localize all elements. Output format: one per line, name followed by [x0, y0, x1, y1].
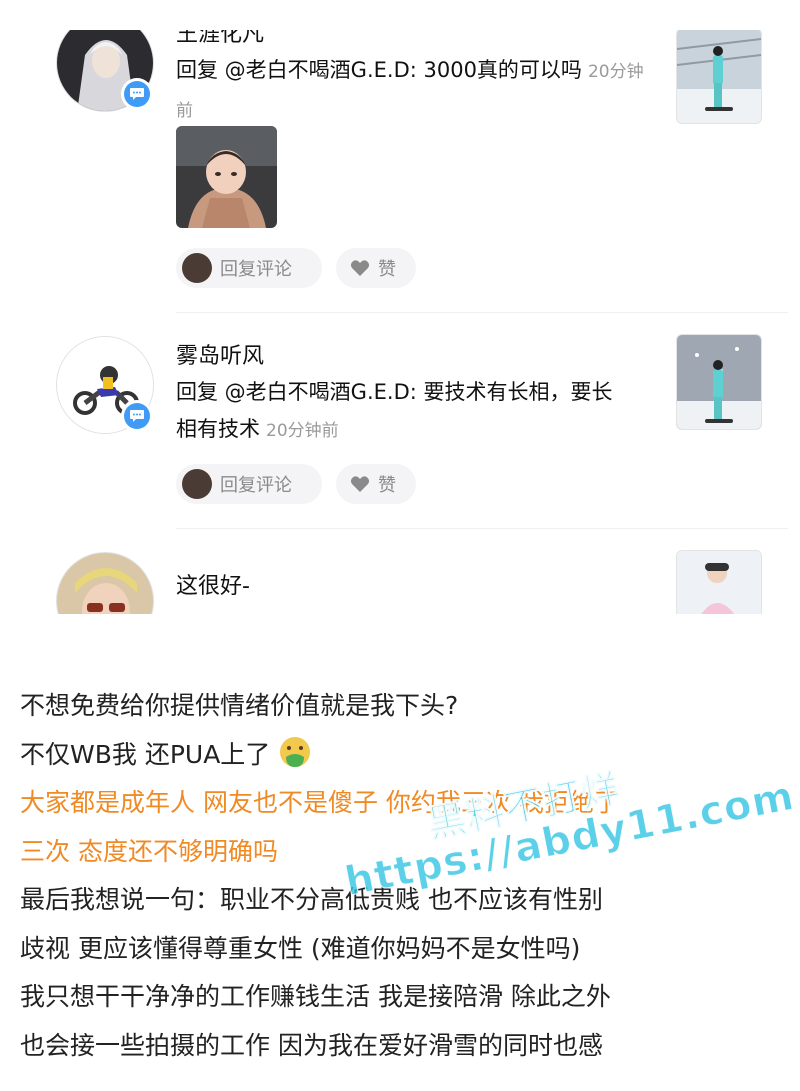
- comment-time: 20分钟前: [266, 421, 339, 441]
- comment-text: 回复 @老白不喝酒G.E.D: 3000真的可以吗 20分钟前: [176, 52, 646, 130]
- nauseated-face-icon: [280, 736, 311, 767]
- video-thumbnail[interactable]: [676, 30, 762, 124]
- like-button[interactable]: 赞: [336, 248, 416, 288]
- like-button[interactable]: 赞: [336, 464, 416, 504]
- comment-text: 回复 @老白不喝酒G.E.D: 要技术有长相，要长相有技术 20分钟前: [176, 374, 626, 450]
- comment-badge-icon: [121, 400, 153, 432]
- divider: [176, 528, 788, 529]
- post-line: 歧视 更应该懂得尊重女性 (难道你妈妈不是女性吗): [20, 933, 581, 963]
- comment-image[interactable]: [176, 126, 277, 228]
- post-line: 我只想干干净净的工作赚钱生活 我是接陪滑 除此之外: [20, 982, 611, 1011]
- like-label: 赞: [378, 259, 396, 280]
- reply-comment-button[interactable]: 回复评论: [176, 248, 322, 288]
- post-line: 也会接一些拍摄的工作 因为我在爱好滑雪的同时也感: [20, 1030, 603, 1060]
- video-thumbnail[interactable]: [676, 334, 762, 430]
- user-avatar-mini-icon: [182, 253, 212, 283]
- divider: [176, 312, 788, 313]
- comment-section-screenshot: 王涯化凡 回复 @老白不喝酒G.E.D: 3000真的可以吗 20分钟前 回复评论…: [22, 30, 788, 614]
- reply-comment-button[interactable]: 回复评论: [176, 464, 322, 504]
- comment-text: 这很好-: [176, 574, 250, 599]
- avatar[interactable]: [56, 552, 154, 614]
- heart-icon: [350, 260, 370, 276]
- post-line-text: 不仅WB我 还PUA上了: [20, 739, 271, 769]
- post-line: 不想免费给你提供情绪价值就是我下头?: [20, 691, 459, 720]
- reply-comment-label: 回复评论: [220, 259, 292, 280]
- video-thumbnail[interactable]: [676, 550, 762, 614]
- comment-username[interactable]: 雾岛听风: [176, 338, 264, 370]
- comment-username[interactable]: 王涯化凡: [176, 30, 264, 48]
- like-label: 赞: [378, 475, 396, 496]
- reply-comment-label: 回复评论: [220, 475, 292, 496]
- comment-body: 回复 @老白不喝酒G.E.D: 要技术有长相，要长相有技术: [176, 380, 613, 441]
- comment-badge-icon: [121, 78, 153, 110]
- user-avatar-mini-icon: [182, 469, 212, 499]
- heart-icon: [350, 476, 370, 492]
- comment-body: 回复 @老白不喝酒G.E.D: 3000真的可以吗: [176, 58, 582, 82]
